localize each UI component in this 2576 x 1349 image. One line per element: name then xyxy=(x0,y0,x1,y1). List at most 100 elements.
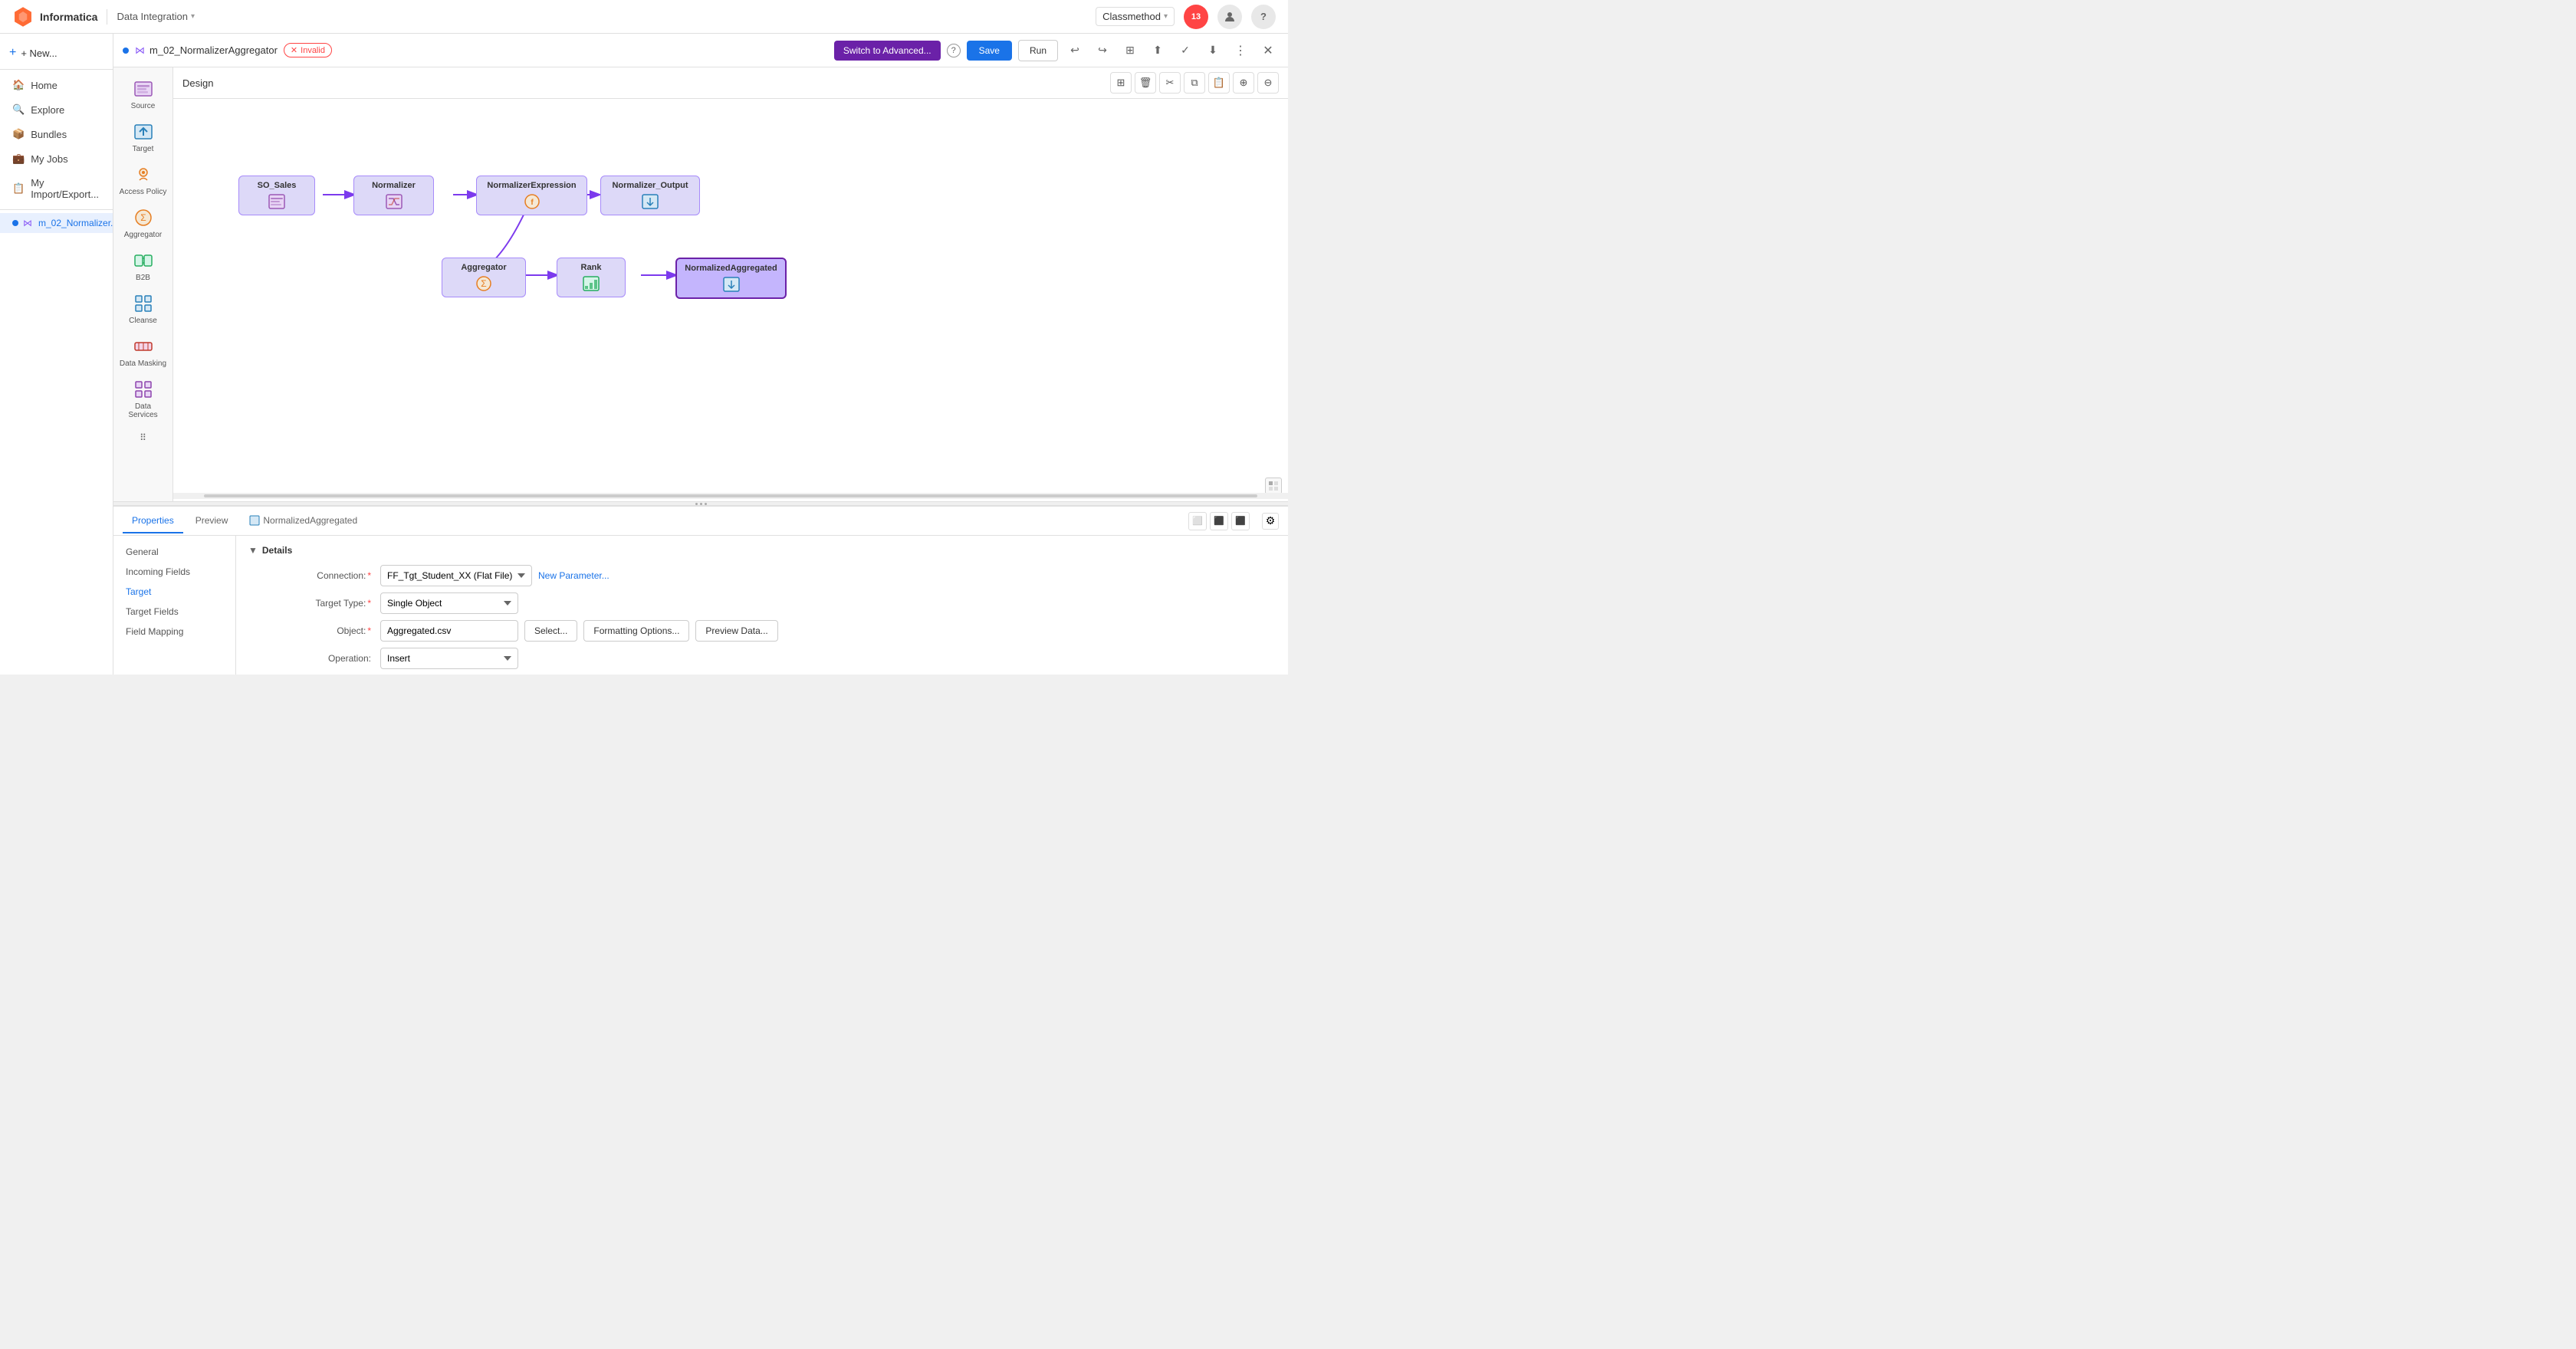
data-services-palette-icon xyxy=(133,379,154,400)
tab-properties[interactable]: Properties xyxy=(123,509,183,533)
undo-button[interactable]: ↩ xyxy=(1064,40,1086,61)
canvas-svg-area[interactable]: SO_Sales Normalizer xyxy=(173,99,1288,499)
logo: Informatica xyxy=(12,6,97,28)
node-normalizer[interactable]: Normalizer xyxy=(353,176,434,215)
nav-right: Classmethod ▾ 13 ? xyxy=(1096,5,1276,29)
notifications-button[interactable]: 13 xyxy=(1184,5,1208,29)
export-button[interactable]: ⬆ xyxy=(1147,40,1168,61)
data-masking-palette-icon xyxy=(133,336,154,357)
transform-palette: Source Target xyxy=(113,67,173,501)
aggregator-icon: Σ xyxy=(475,275,492,292)
workspace-selector[interactable]: Classmethod ▾ xyxy=(1096,7,1175,26)
properties-content: General Incoming Fields Target Target Fi… xyxy=(113,536,1288,674)
palette-item-access-policy[interactable]: Access Policy xyxy=(117,159,170,201)
operation-select[interactable]: Insert xyxy=(380,648,518,669)
close-button[interactable]: ✕ xyxy=(1257,40,1279,61)
cut-button[interactable]: ✂ xyxy=(1159,72,1181,94)
switch-help-icon[interactable]: ? xyxy=(947,44,961,57)
zoom-out-button[interactable]: ⊖ xyxy=(1257,72,1279,94)
more-options-button[interactable]: ⋮ xyxy=(1230,40,1251,61)
sidebar-recent-mapping[interactable]: ⋈ m_02_Normalizer... xyxy=(0,213,113,233)
palette-item-target[interactable]: Target xyxy=(117,117,170,158)
add-transform-button[interactable]: ⊞ xyxy=(1119,40,1141,61)
palette-item-cleanse[interactable]: Cleanse xyxy=(117,288,170,330)
prop-nav-field-mapping[interactable]: Field Mapping xyxy=(113,622,235,642)
palette-item-data-services[interactable]: Data Services xyxy=(117,374,170,424)
new-parameter-button[interactable]: New Parameter... xyxy=(538,570,610,581)
sidebar-item-bundles[interactable]: 📦 Bundles xyxy=(0,122,113,146)
prop-nav-general[interactable]: General xyxy=(113,542,235,562)
canvas-tools: ⊞ 🗑 ✂ ⧉ 📋 ⊕ ⊖ xyxy=(1110,72,1279,94)
switch-advanced-button[interactable]: Switch to Advanced... xyxy=(834,41,941,61)
canvas-top-bar: Design ⊞ 🗑 ✂ ⧉ 📋 ⊕ ⊖ xyxy=(173,67,1288,99)
normalizer-expression-icon: f xyxy=(524,193,540,210)
minimap-button[interactable] xyxy=(1265,478,1282,494)
source-palette-icon xyxy=(133,78,154,100)
palette-item-data-masking[interactable]: Data Masking xyxy=(117,331,170,373)
save-button[interactable]: Save xyxy=(967,41,1012,61)
user-menu-button[interactable] xyxy=(1217,5,1242,29)
so-sales-icon xyxy=(268,193,285,210)
node-rank[interactable]: Rank xyxy=(557,258,626,297)
normalizer-icon xyxy=(386,193,402,210)
import-button[interactable]: ⬇ xyxy=(1202,40,1224,61)
new-button[interactable]: + + New... xyxy=(0,40,113,66)
validate-button[interactable]: ✓ xyxy=(1175,40,1196,61)
grid-view-button[interactable]: ⊞ xyxy=(1110,72,1132,94)
node-so-sales[interactable]: SO_Sales xyxy=(238,176,315,215)
palette-item-source[interactable]: Source xyxy=(117,74,170,115)
layout-collapse-button[interactable]: ⬛ xyxy=(1231,512,1250,530)
connection-field: FF_Tgt_Student_XX (Flat File) New Parame… xyxy=(380,565,1276,586)
redo-button[interactable]: ↪ xyxy=(1092,40,1113,61)
content-area: ⋈ m_02_NormalizerAggregator ✕ Invalid Sw… xyxy=(113,34,1288,674)
layout-split-button[interactable]: ⬛ xyxy=(1210,512,1228,530)
properties-panel: Properties Preview NormalizedAggregated … xyxy=(113,506,1288,674)
settings-icon[interactable]: ⚙ xyxy=(1262,513,1279,530)
sidebar-item-home[interactable]: 🏠 Home xyxy=(0,73,113,97)
section-toggle-icon[interactable]: ▼ xyxy=(248,545,258,556)
mapping-type-icon: ⋈ xyxy=(135,44,145,57)
properties-tabs: Properties Preview NormalizedAggregated … xyxy=(113,507,1288,536)
prop-nav-target[interactable]: Target xyxy=(113,582,235,602)
palette-item-b2b[interactable]: B2B xyxy=(117,245,170,287)
paste-button[interactable]: 📋 xyxy=(1208,72,1230,94)
node-normalizer-expression[interactable]: NormalizerExpression f xyxy=(476,176,587,215)
palette-item-aggregator[interactable]: Σ Aggregator xyxy=(117,202,170,244)
object-field: Select... Formatting Options... Preview … xyxy=(380,620,1276,642)
tab-normalized-aggregated[interactable]: NormalizedAggregated xyxy=(240,509,366,533)
object-input[interactable] xyxy=(380,620,518,642)
target-type-select[interactable]: Single Object xyxy=(380,592,518,614)
module-name[interactable]: Data Integration ▾ xyxy=(117,11,195,22)
node-aggregator[interactable]: Aggregator Σ xyxy=(442,258,526,297)
target-type-label: Target Type: xyxy=(248,598,371,609)
connection-label: Connection: xyxy=(248,570,371,581)
preview-data-button[interactable]: Preview Data... xyxy=(695,620,777,642)
prop-nav-target-fields[interactable]: Target Fields xyxy=(113,602,235,622)
connection-select[interactable]: FF_Tgt_Student_XX (Flat File) xyxy=(380,565,532,586)
sidebar-item-my-jobs[interactable]: 💼 My Jobs xyxy=(0,146,113,171)
active-indicator xyxy=(12,220,18,226)
palette-more-button[interactable]: ⠿ xyxy=(134,428,153,447)
help-button[interactable]: ? xyxy=(1251,5,1276,29)
formatting-options-button[interactable]: Formatting Options... xyxy=(583,620,689,642)
tab-preview[interactable]: Preview xyxy=(186,509,238,533)
canvas-wrapper: Design ⊞ 🗑 ✂ ⧉ 📋 ⊕ ⊖ xyxy=(173,67,1288,501)
mapping-title: ⋈ m_02_NormalizerAggregator xyxy=(135,44,278,57)
informatica-logo-icon xyxy=(12,6,34,28)
zoom-in-button[interactable]: ⊕ xyxy=(1233,72,1254,94)
layout-expand-button[interactable]: ⬜ xyxy=(1188,512,1207,530)
mapping-status-dot xyxy=(123,48,129,54)
prop-nav-incoming-fields[interactable]: Incoming Fields xyxy=(113,562,235,582)
node-normalizer-output[interactable]: Normalizer_Output xyxy=(600,176,700,215)
object-label: Object: xyxy=(248,625,371,636)
delete-button[interactable]: 🗑 xyxy=(1135,72,1156,94)
canvas-scrollbar[interactable] xyxy=(173,493,1288,499)
run-button[interactable]: Run xyxy=(1018,40,1058,61)
sidebar-item-explore[interactable]: 🔍 Explore xyxy=(0,97,113,122)
target-tab-icon xyxy=(249,515,260,526)
sidebar-separator-2 xyxy=(0,209,113,210)
node-normalized-aggregated[interactable]: NormalizedAggregated xyxy=(675,258,787,299)
sidebar-item-import-export[interactable]: 📋 My Import/Export... xyxy=(0,171,113,206)
select-button[interactable]: Select... xyxy=(524,620,577,642)
copy-button[interactable]: ⧉ xyxy=(1184,72,1205,94)
